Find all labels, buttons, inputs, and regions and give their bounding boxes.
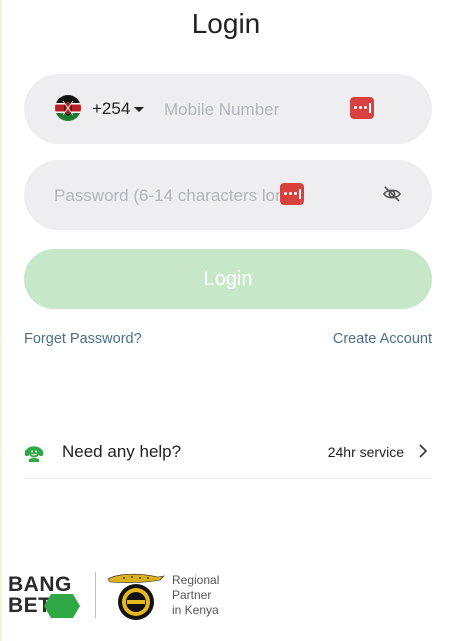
footer-divider — [95, 572, 96, 618]
partner-line-1: Regional — [172, 573, 220, 587]
password-manager-icon[interactable] — [280, 183, 304, 205]
hide-password-icon[interactable] — [382, 184, 402, 204]
password-input[interactable]: Password (6-14 characters long) — [54, 186, 300, 206]
partner-line-3: in Kenya — [172, 603, 219, 617]
help-row[interactable]: Need any help? 24hr service — [24, 430, 432, 479]
page-title: Login — [191, 8, 261, 39]
service-hours-label: 24hr service — [327, 444, 404, 460]
password-manager-icon[interactable] — [350, 97, 374, 119]
country-code[interactable]: +254 — [92, 99, 130, 119]
footer-branding: BANG BET Regional Partner in Kenya — [8, 570, 238, 626]
mobile-number-input[interactable]: Mobile Number — [164, 100, 279, 120]
left-edge — [0, 0, 2, 641]
login-button[interactable]: Login — [24, 249, 432, 309]
kenya-flag-icon[interactable] — [55, 95, 81, 121]
create-account-link[interactable]: Create Account — [333, 331, 432, 347]
chevron-right-icon[interactable] — [418, 444, 428, 458]
brand-hexagon-icon — [44, 594, 80, 618]
support-agent-icon — [25, 446, 43, 462]
phone-field[interactable]: +254 Mobile Number — [24, 74, 432, 144]
password-field[interactable]: Password (6-14 characters long) — [24, 160, 432, 230]
partner-line-2: Partner — [172, 588, 212, 602]
need-help-label: Need any help? — [62, 442, 182, 461]
forget-password-link[interactable]: Forget Password? — [24, 331, 142, 347]
brand-logo-line1: BANG — [8, 573, 72, 596]
country-dropdown-caret-icon[interactable] — [134, 107, 144, 112]
safari-rally-logo — [107, 573, 165, 620]
regional-partner-text: Regional Partner in Kenya — [172, 573, 219, 618]
